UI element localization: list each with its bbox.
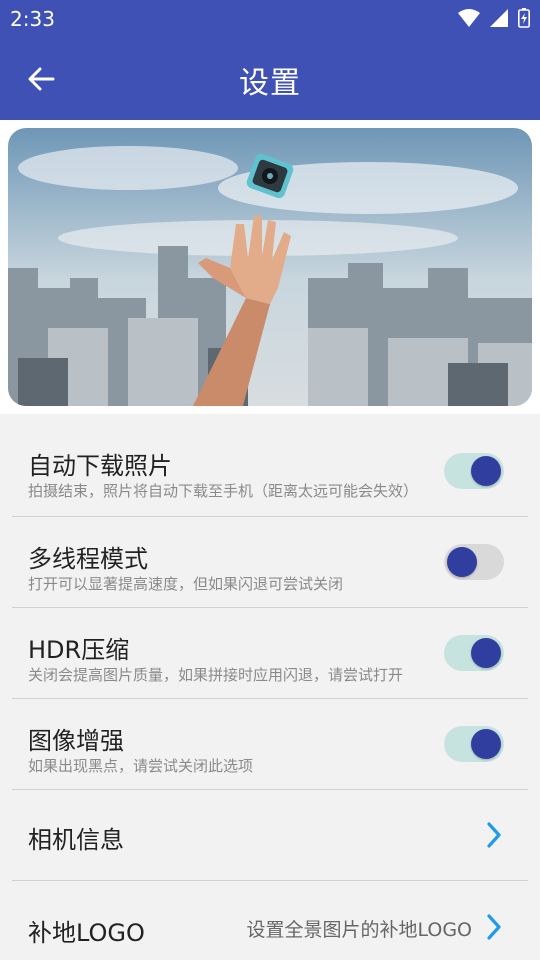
auto-download-toggle[interactable]	[444, 453, 504, 489]
chevron-right-icon	[487, 914, 501, 940]
setting-title: 自动下载照片	[28, 452, 172, 480]
multithread-toggle[interactable]	[444, 544, 504, 580]
hdr-compress-toggle[interactable]	[444, 635, 504, 671]
setting-auto-download[interactable]: 自动下载照片 拍摄结束，照片将自动下载至手机（距离太远可能会失效）	[12, 414, 528, 516]
setting-desc: 拍摄结束，照片将自动下载至手机（距离太远可能会失效）	[28, 482, 419, 500]
hero-illustration	[8, 128, 532, 406]
ground-logo-title: 补地LOGO	[28, 919, 145, 947]
hero-banner	[0, 120, 540, 414]
setting-desc: 如果出现黑点，请尝试关闭此选项	[28, 757, 254, 775]
setting-title: 多线程模式	[28, 545, 148, 573]
setting-title: 图像增强	[28, 727, 124, 755]
setting-image-enhance[interactable]: 图像增强 如果出现黑点，请尝试关闭此选项	[12, 699, 528, 789]
status-time: 2:33	[10, 7, 55, 31]
page-title: 设置	[239, 66, 301, 101]
toggle-thumb	[447, 547, 477, 577]
setting-desc: 关闭会提高图片质量，如果拼接时应用闪退，请尝试打开	[28, 666, 404, 684]
app-bar: 设置	[0, 38, 540, 120]
setting-title: HDR压缩	[28, 636, 130, 664]
chevron-right-icon	[487, 822, 501, 848]
battery-icon	[518, 8, 530, 28]
wifi-icon	[458, 9, 480, 27]
toggle-thumb	[471, 638, 501, 668]
toggle-thumb	[471, 729, 501, 759]
camera-info-row[interactable]: 相机信息	[12, 790, 528, 880]
camera-info-title: 相机信息	[28, 826, 124, 854]
image-enhance-toggle[interactable]	[444, 726, 504, 762]
status-icons	[458, 8, 530, 28]
setting-desc: 打开可以显著提高速度，但如果闪退可尝试关闭	[28, 575, 344, 593]
status-bar: 2:33	[0, 0, 540, 38]
ground-logo-row[interactable]: 补地LOGO 设置全景图片的补地LOGO	[12, 881, 528, 960]
signal-icon	[490, 9, 508, 27]
hero-image	[8, 128, 532, 406]
ground-logo-value: 设置全景图片的补地LOGO	[246, 919, 472, 941]
setting-multithread[interactable]: 多线程模式 打开可以显著提高速度，但如果闪退可尝试关闭	[12, 517, 528, 607]
setting-hdr-compress[interactable]: HDR压缩 关闭会提高图片质量，如果拼接时应用闪退，请尝试打开	[12, 608, 528, 698]
toggle-thumb	[471, 456, 501, 486]
